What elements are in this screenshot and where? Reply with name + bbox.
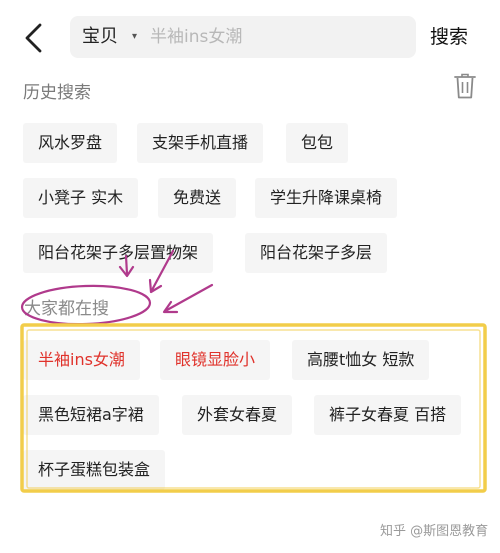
trending-chip[interactable]: 裤子女春夏 百搭: [314, 395, 462, 435]
search-scope-label[interactable]: 宝贝: [82, 16, 118, 58]
annotation-arrowhead: [148, 278, 163, 294]
history-chip[interactable]: 风水罗盘: [23, 123, 118, 163]
history-chip[interactable]: 支架手机直播: [137, 123, 264, 163]
history-chip[interactable]: 阳台花架子多层置物架: [23, 233, 214, 273]
history-chip[interactable]: 阳台花架子多层: [245, 233, 388, 273]
annotation-arrowhead: [162, 300, 179, 314]
trending-chip[interactable]: 眼镜显脸小: [160, 340, 271, 380]
search-input[interactable]: [150, 22, 400, 52]
caret-down-icon[interactable]: ▾: [132, 16, 137, 58]
trending-chip[interactable]: 外套女春夏: [182, 395, 293, 435]
trash-icon: [454, 73, 476, 99]
trending-chip[interactable]: 杯子蛋糕包装盒: [23, 450, 166, 490]
chevron-left-icon: [25, 23, 42, 53]
clear-history-button[interactable]: [453, 72, 477, 100]
search-button[interactable]: 搜索: [430, 16, 468, 58]
history-chip[interactable]: 小凳子 实木: [23, 178, 139, 218]
search-box[interactable]: 宝贝 ▾: [70, 16, 416, 58]
watermark: 知乎 @斯图恩教育: [380, 524, 489, 539]
history-chip[interactable]: 包包: [286, 123, 349, 163]
trending-chip[interactable]: 高腰t恤女 短款: [292, 340, 430, 380]
back-button[interactable]: [22, 22, 46, 54]
trending-title: 大家都在搜: [24, 299, 109, 319]
trending-chip[interactable]: 黑色短裙a字裙: [23, 395, 159, 435]
history-chip[interactable]: 学生升降课桌椅: [255, 178, 398, 218]
history-title: 历史搜索: [23, 83, 91, 103]
trending-chip[interactable]: 半袖ins女潮: [23, 340, 140, 380]
annotation-arrow: [165, 283, 214, 312]
history-chip[interactable]: 免费送: [158, 178, 237, 218]
